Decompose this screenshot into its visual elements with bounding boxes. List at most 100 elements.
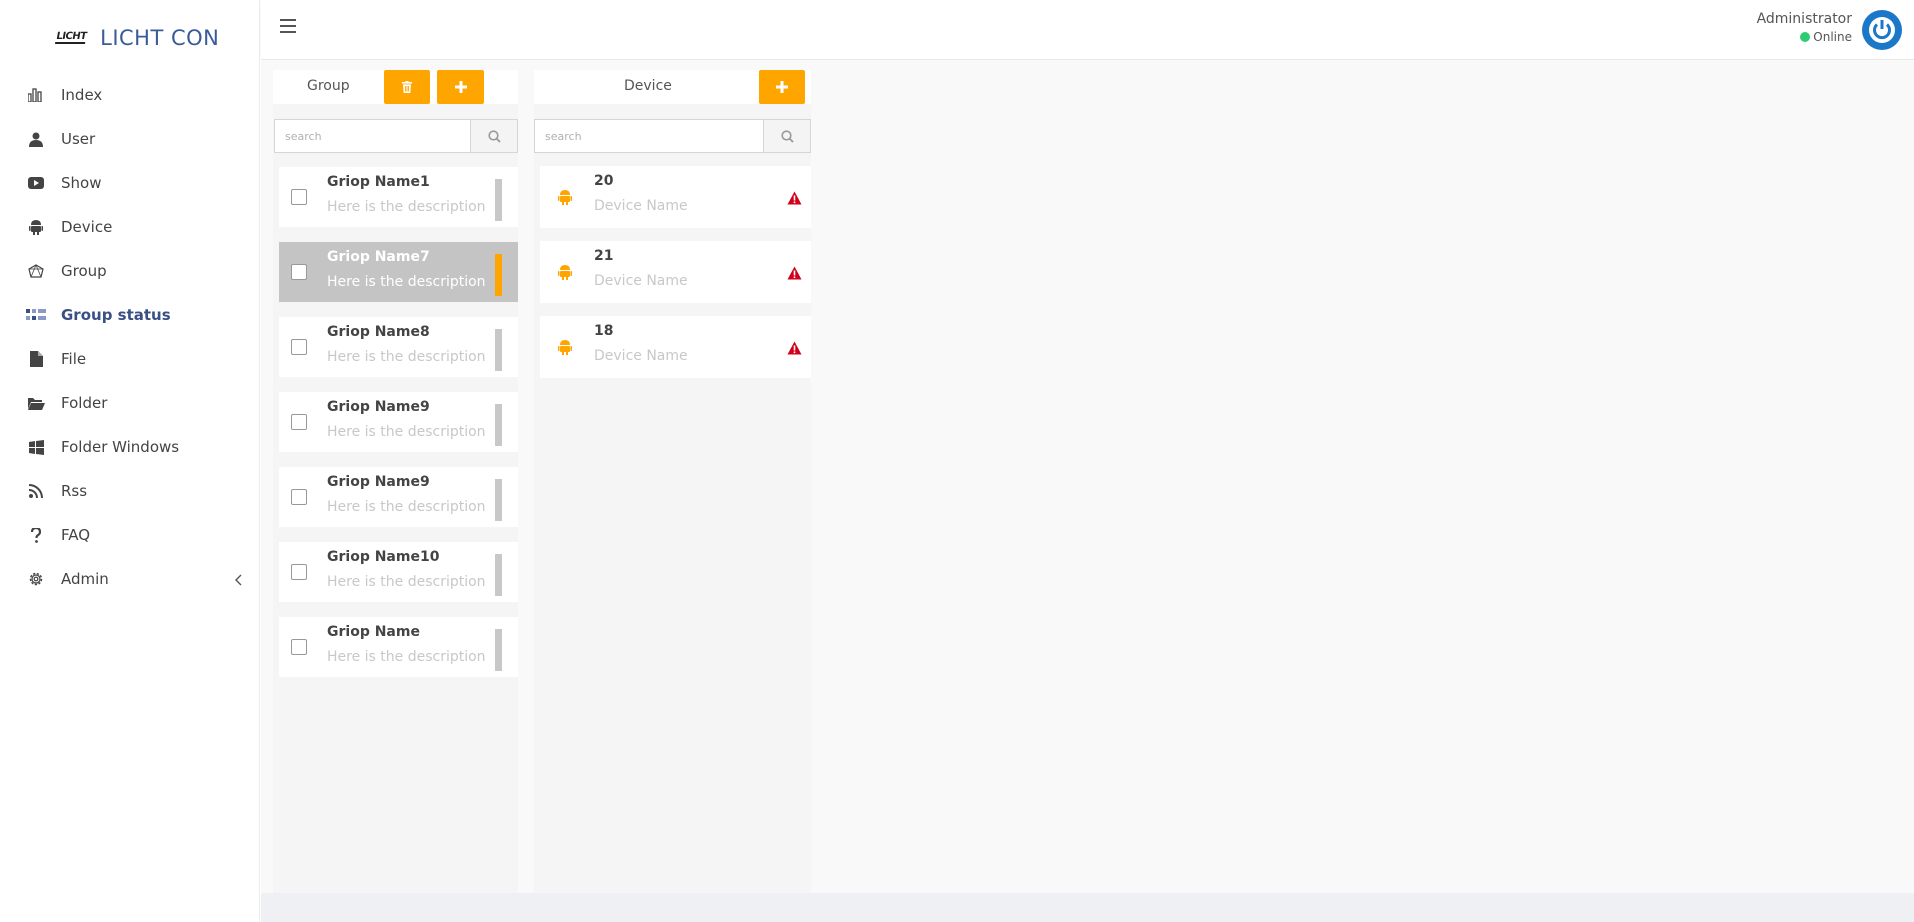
group-card[interactable]: Griop Name8 Here is the description bbox=[279, 317, 518, 377]
online-dot-icon bbox=[1800, 32, 1811, 42]
user-icon bbox=[26, 129, 46, 149]
question-icon bbox=[26, 525, 46, 545]
device-name: Device Name bbox=[594, 273, 688, 289]
group-description: Here is the description bbox=[327, 199, 486, 215]
youtube-icon bbox=[26, 173, 46, 193]
sidebar-item-label: Rss bbox=[61, 482, 88, 500]
file-icon bbox=[26, 349, 46, 369]
add-device-button[interactable] bbox=[759, 70, 805, 104]
group-card[interactable]: Griop Name7 Here is the description bbox=[279, 242, 518, 302]
device-card[interactable]: 18 Device Name bbox=[540, 316, 811, 378]
device-id: 20 bbox=[594, 173, 614, 189]
sidebar-item-user[interactable]: User bbox=[0, 117, 260, 161]
group-checkbox[interactable] bbox=[291, 639, 307, 655]
menu-toggle-icon[interactable] bbox=[280, 19, 296, 33]
sidebar: LICHT LICHT CON Index User Show Device G… bbox=[0, 0, 260, 922]
group-status-bar bbox=[495, 329, 502, 371]
brand-logo: LICHT bbox=[54, 31, 88, 44]
group-description: Here is the description bbox=[327, 349, 486, 365]
sidebar-item-label: Folder Windows bbox=[61, 438, 180, 456]
sidebar-item-folder-windows[interactable]: Folder Windows bbox=[0, 425, 260, 469]
group-checkbox[interactable] bbox=[291, 414, 307, 430]
group-name: Griop Name bbox=[327, 624, 420, 640]
group-card[interactable]: Griop Name Here is the description bbox=[279, 617, 518, 677]
android-icon bbox=[558, 339, 572, 359]
group-status-bar bbox=[495, 479, 502, 521]
sidebar-item-group[interactable]: Group bbox=[0, 249, 260, 293]
device-id: 21 bbox=[594, 248, 614, 264]
sidebar-item-label: Index bbox=[61, 86, 103, 104]
group-checkbox[interactable] bbox=[291, 489, 307, 505]
search-icon bbox=[487, 129, 501, 143]
device-card[interactable]: 20 Device Name bbox=[540, 166, 811, 228]
user-status: Online bbox=[1757, 30, 1852, 44]
group-card[interactable]: Griop Name10 Here is the description bbox=[279, 542, 518, 602]
group-status-bar bbox=[495, 554, 502, 596]
group-status-bar bbox=[495, 629, 502, 671]
group-card[interactable]: Griop Name9 Here is the description bbox=[279, 392, 518, 452]
warning-icon bbox=[787, 265, 802, 284]
sidebar-item-admin[interactable]: Admin bbox=[0, 557, 260, 601]
network-icon bbox=[26, 261, 46, 281]
device-search-input[interactable] bbox=[534, 119, 764, 153]
sidebar-item-label: Group status bbox=[61, 306, 171, 324]
group-name: Griop Name8 bbox=[327, 324, 430, 340]
search-icon bbox=[780, 129, 794, 143]
device-name: Device Name bbox=[594, 348, 688, 364]
brand[interactable]: LICHT LICHT CON bbox=[54, 24, 220, 52]
add-group-button[interactable] bbox=[437, 70, 484, 104]
group-name: Griop Name9 bbox=[327, 474, 430, 490]
sidebar-item-file[interactable]: File bbox=[0, 337, 260, 381]
sidebar-item-index[interactable]: Index bbox=[0, 73, 260, 117]
android-icon bbox=[26, 217, 46, 237]
sidebar-item-rss[interactable]: Rss bbox=[0, 469, 260, 513]
delete-group-button[interactable] bbox=[384, 70, 430, 104]
group-card[interactable]: Griop Name9 Here is the description bbox=[279, 467, 518, 527]
device-id: 18 bbox=[594, 323, 614, 339]
device-card[interactable]: 21 Device Name bbox=[540, 241, 811, 303]
group-search-input[interactable] bbox=[274, 119, 471, 153]
folder-open-icon bbox=[26, 393, 46, 413]
brand-name: LICHT CON bbox=[100, 26, 220, 50]
group-name: Griop Name7 bbox=[327, 249, 430, 265]
user-status-label: Online bbox=[1813, 30, 1852, 44]
device-search bbox=[534, 119, 811, 153]
group-checkbox[interactable] bbox=[291, 564, 307, 580]
group-checkbox[interactable] bbox=[291, 264, 307, 280]
group-description: Here is the description bbox=[327, 574, 486, 590]
device-search-button[interactable] bbox=[764, 119, 811, 153]
group-search bbox=[274, 119, 518, 153]
sidebar-item-label: FAQ bbox=[61, 526, 91, 544]
sidebar-item-label: Device bbox=[61, 218, 113, 236]
group-description: Here is the description bbox=[327, 424, 486, 440]
group-checkbox[interactable] bbox=[291, 189, 307, 205]
group-description: Here is the description bbox=[327, 274, 486, 290]
group-checkbox[interactable] bbox=[291, 339, 307, 355]
group-status-bar bbox=[495, 254, 502, 296]
sidebar-item-label: Show bbox=[61, 174, 102, 192]
user-info[interactable]: Administrator Online bbox=[1757, 11, 1852, 44]
group-panel-title: Group bbox=[307, 78, 350, 94]
device-panel-title: Device bbox=[624, 78, 672, 94]
device-name: Device Name bbox=[594, 198, 688, 214]
power-icon bbox=[1869, 17, 1895, 43]
avatar[interactable] bbox=[1862, 10, 1902, 50]
group-card[interactable]: Griop Name1 Here is the description bbox=[279, 167, 518, 227]
sidebar-item-group-status[interactable]: Group status bbox=[0, 293, 260, 337]
rss-icon bbox=[26, 481, 46, 501]
sidebar-item-device[interactable]: Device bbox=[0, 205, 260, 249]
group-status-bar bbox=[495, 179, 502, 221]
warning-icon bbox=[787, 340, 802, 359]
sidebar-item-faq[interactable]: FAQ bbox=[0, 513, 260, 557]
sidebar-item-show[interactable]: Show bbox=[0, 161, 260, 205]
android-icon bbox=[558, 189, 572, 209]
plus-icon bbox=[454, 81, 467, 93]
sidebar-item-label: Admin bbox=[61, 570, 109, 588]
sidebar-item-label: Folder bbox=[61, 394, 108, 412]
sidebar-item-label: Group bbox=[61, 262, 107, 280]
group-description: Here is the description bbox=[327, 499, 486, 515]
warning-icon bbox=[787, 190, 802, 209]
trash-icon bbox=[402, 81, 412, 93]
sidebar-item-folder[interactable]: Folder bbox=[0, 381, 260, 425]
group-search-button[interactable] bbox=[471, 119, 518, 153]
